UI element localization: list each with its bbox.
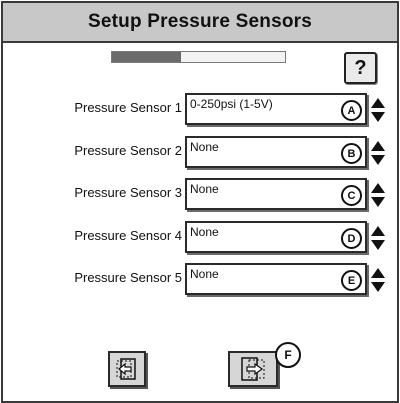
up-down-arrows-icon[interactable] (370, 97, 386, 123)
next-button[interactable] (228, 351, 278, 387)
sensor-select-3[interactable]: None C (185, 178, 367, 210)
shortcut-badge-f: F (275, 342, 301, 368)
sensor-select-2[interactable]: None B (185, 136, 367, 168)
sensor-label: Pressure Sensor 5 (74, 270, 182, 285)
shortcut-badge-c: C (341, 185, 362, 206)
help-icon: ? (354, 56, 367, 79)
shortcut-badge-d: D (341, 228, 362, 249)
next-page-icon (241, 357, 265, 381)
sensor-value: None (190, 140, 219, 154)
back-page-icon (116, 358, 136, 380)
sensor-label: Pressure Sensor 2 (74, 143, 182, 158)
shortcut-badge-a: A (341, 100, 362, 121)
sensor-row-2: Pressure Sensor 2 None B (0, 136, 396, 172)
sensor-row-1: Pressure Sensor 1 0-250psi (1-5V) A (0, 93, 396, 129)
up-down-arrows-icon[interactable] (370, 267, 386, 293)
sensor-label: Pressure Sensor 4 (74, 228, 182, 243)
sensor-label: Pressure Sensor 3 (74, 185, 182, 200)
back-button[interactable] (108, 351, 146, 387)
sensor-row-4: Pressure Sensor 4 None D (0, 221, 396, 257)
up-down-arrows-icon[interactable] (370, 182, 386, 208)
page-title: Setup Pressure Sensors (87, 11, 313, 32)
sensor-select-5[interactable]: None E (185, 263, 367, 295)
progress-fill (112, 52, 182, 62)
sensor-row-3: Pressure Sensor 3 None C (0, 178, 396, 214)
sensor-value: None (190, 225, 219, 239)
sensor-select-4[interactable]: None D (185, 221, 367, 253)
sensor-label: Pressure Sensor 1 (74, 100, 182, 115)
sensor-value: 0-250psi (1-5V) (190, 97, 273, 111)
progress-bar (111, 51, 286, 63)
shortcut-badge-b: B (341, 143, 362, 164)
sensor-value: None (190, 267, 219, 281)
up-down-arrows-icon[interactable] (370, 225, 386, 251)
up-down-arrows-icon[interactable] (370, 140, 386, 166)
sensor-select-1[interactable]: 0-250psi (1-5V) A (185, 93, 367, 125)
title-bar: Setup Pressure Sensors (3, 3, 397, 43)
sensor-row-5: Pressure Sensor 5 None E (0, 263, 396, 299)
sensor-value: None (190, 182, 219, 196)
shortcut-badge-e: E (341, 270, 362, 291)
help-button[interactable]: ? (344, 52, 377, 84)
